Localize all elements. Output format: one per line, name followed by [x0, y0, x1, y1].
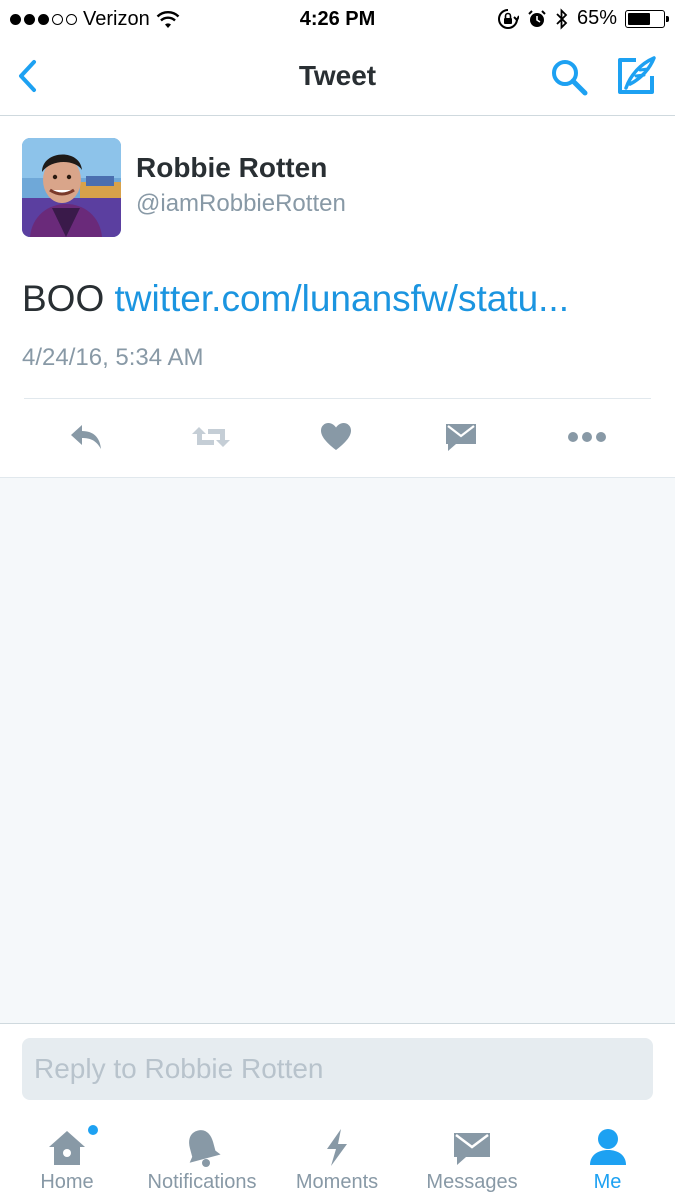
status-right: 65% [497, 7, 669, 30]
tab-notifications-label: Notifications [147, 1171, 257, 1193]
home-icon [49, 1131, 85, 1165]
reply-bar [0, 1023, 675, 1111]
avatar[interactable] [22, 138, 121, 237]
home-badge [88, 1125, 98, 1135]
orientation-lock-icon [498, 8, 519, 29]
envelope-icon [454, 1133, 490, 1165]
battery-level-fill [628, 12, 651, 25]
tab-notifications[interactable]: Notifications [134, 1111, 270, 1200]
tweet-link[interactable]: twitter.com/lunansfw/statu... [115, 278, 569, 319]
divider [24, 398, 651, 399]
reply-input[interactable] [22, 1038, 653, 1100]
more-icon [568, 432, 606, 442]
author-handle[interactable]: @iamRobbieRotten [136, 190, 346, 218]
tab-home[interactable]: Home [0, 1111, 134, 1200]
compose-icon[interactable] [614, 54, 658, 98]
battery-percent: 65% [576, 7, 617, 29]
battery-icon [625, 9, 669, 28]
reply-button[interactable] [61, 412, 111, 462]
tab-home-label: Home [40, 1171, 94, 1193]
retweet-icon [192, 427, 230, 447]
person-icon [589, 1129, 626, 1165]
navigation-bar: Tweet [0, 38, 675, 116]
tweet-detail: Robbie Rotten @iamRobbieRotten BOO twitt… [0, 116, 675, 478]
tab-moments-label: Moments [295, 1171, 379, 1193]
lightning-icon [327, 1129, 347, 1166]
bluetooth-icon [556, 7, 568, 30]
direct-message-icon [446, 424, 476, 451]
tab-me-label: Me [593, 1171, 622, 1193]
reply-icon [71, 425, 101, 449]
tweet-text: BOO twitter.com/lunansfw/statu... [22, 278, 569, 320]
like-button[interactable] [311, 412, 361, 462]
tab-messages[interactable]: Messages [404, 1111, 540, 1200]
bell-icon [189, 1130, 221, 1167]
status-bar: Verizon 4:26 PM 65% [0, 0, 675, 38]
like-icon [321, 423, 351, 450]
tweet-timestamp: 4/24/16, 5:34 AM [22, 344, 204, 371]
tab-messages-label: Messages [426, 1171, 518, 1193]
tab-moments[interactable]: Moments [270, 1111, 404, 1200]
tweet-actions [0, 412, 675, 462]
author-name[interactable]: Robbie Rotten [136, 152, 327, 184]
retweet-button[interactable] [186, 412, 236, 462]
alarm-icon [528, 9, 546, 27]
search-icon[interactable] [548, 56, 590, 98]
tweet-body: BOO [22, 278, 105, 319]
profile-photo [22, 138, 121, 237]
tab-me[interactable]: Me [540, 1111, 675, 1200]
more-button[interactable] [562, 412, 612, 462]
direct-message-button[interactable] [436, 412, 486, 462]
tab-bar: Home Notifications Moments Messages Me [0, 1111, 675, 1200]
